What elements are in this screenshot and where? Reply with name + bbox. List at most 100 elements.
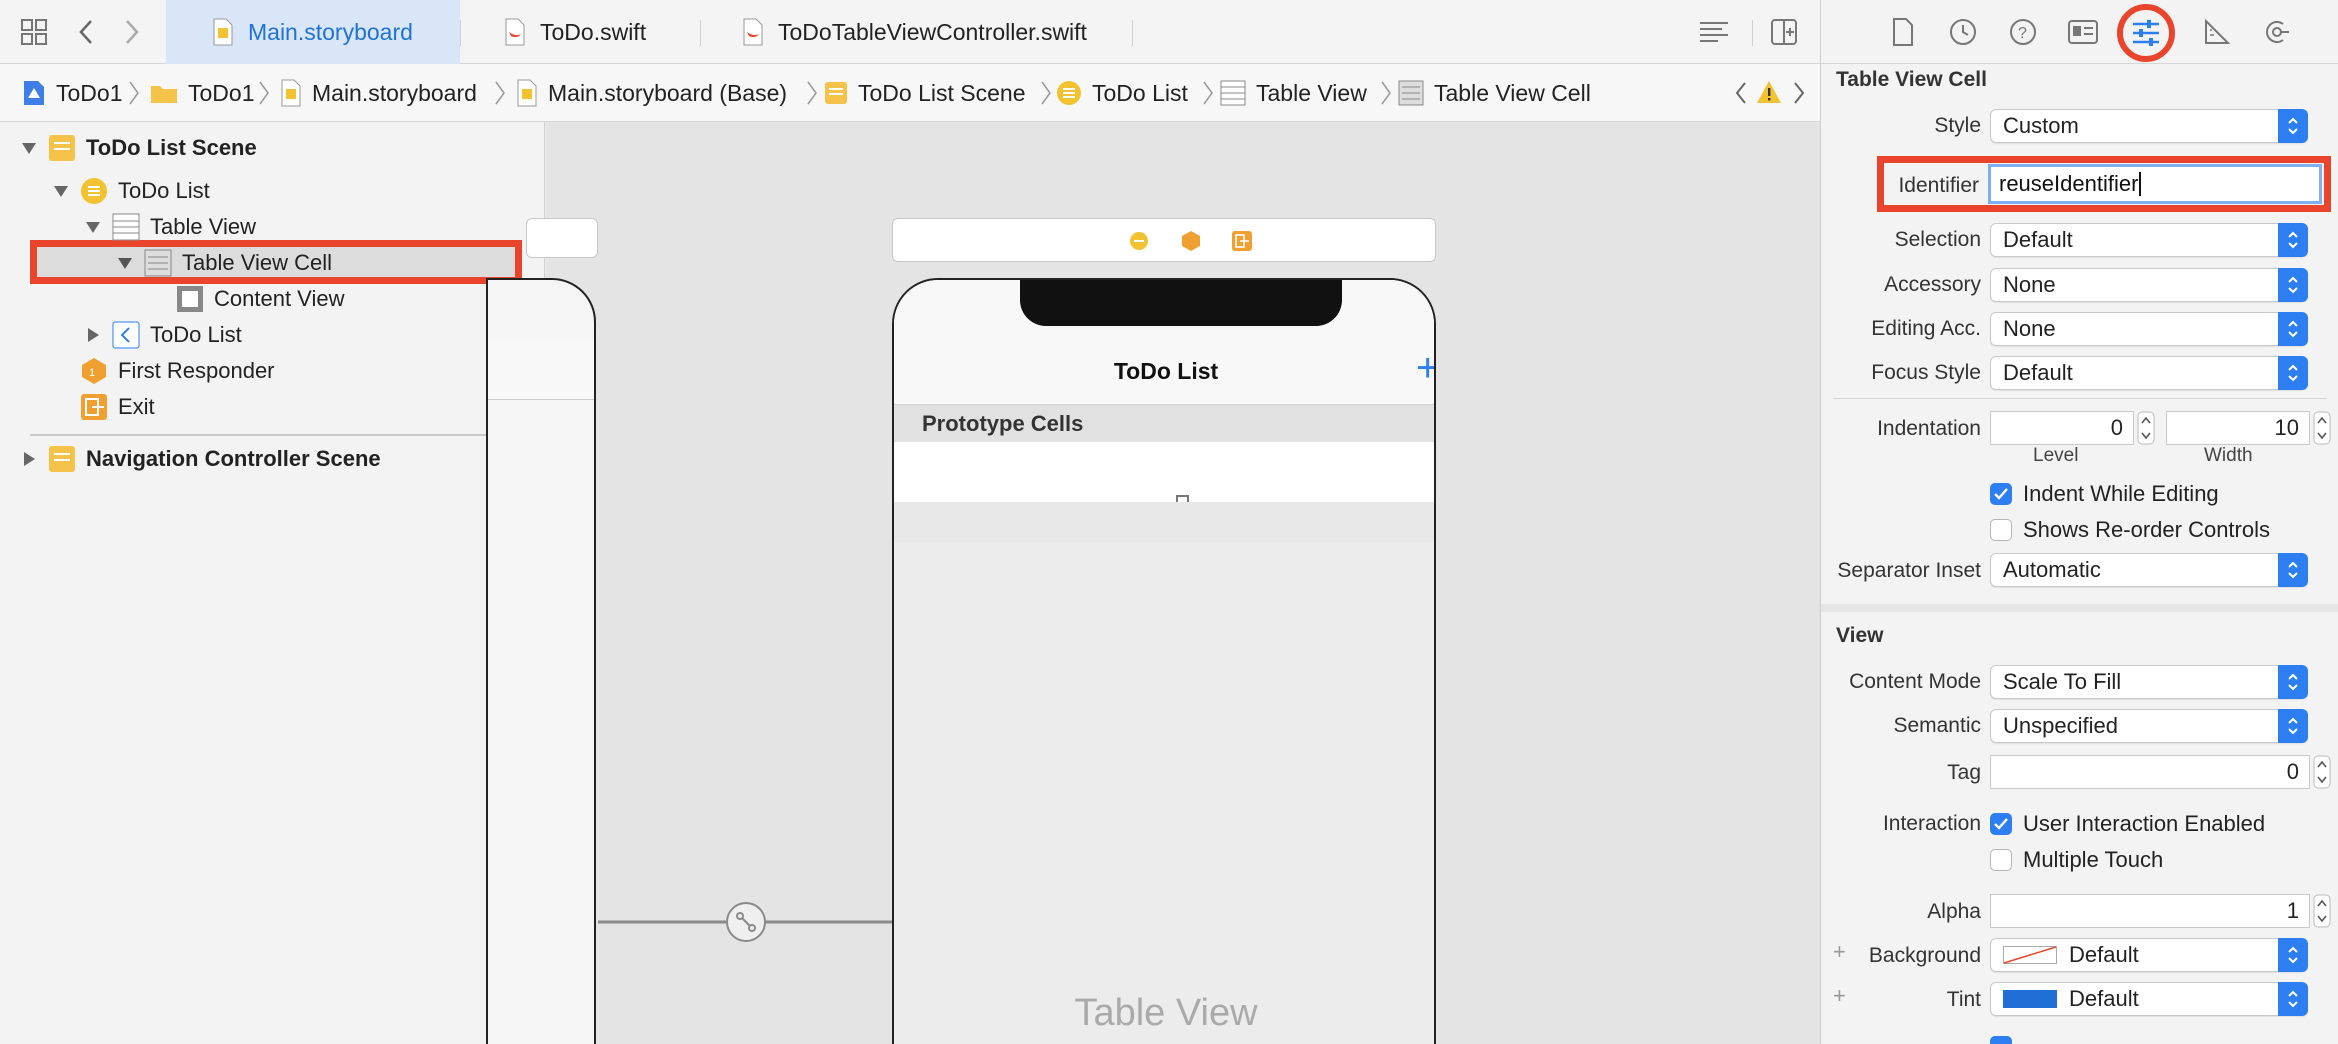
disclosure-open-icon[interactable] xyxy=(50,184,72,198)
tab-main-storyboard[interactable]: Main.storyboard xyxy=(166,0,460,64)
outline-item-table-view[interactable]: Table View xyxy=(82,210,256,244)
content-mode-popup[interactable]: Scale To Fill xyxy=(1990,665,2308,699)
breadcrumb-storyboard[interactable]: Main.storyboard xyxy=(280,64,477,122)
breadcrumb-table-view-cell[interactable]: Table View Cell xyxy=(1398,64,1591,122)
tag-field[interactable]: 0 xyxy=(1990,755,2310,789)
user-interaction-enabled-checkbox[interactable] xyxy=(1990,813,2012,835)
disclosure-open-icon[interactable] xyxy=(18,141,40,155)
outline-item-navigation-controller-scene[interactable]: Navigation Controller Scene xyxy=(18,442,381,476)
indentation-level-stepper[interactable] xyxy=(2137,411,2155,445)
background-popup[interactable]: Default xyxy=(1990,938,2308,972)
alpha-stepper[interactable] xyxy=(2313,894,2331,928)
tag-stepper[interactable] xyxy=(2313,755,2331,789)
first-responder-icon: 1 xyxy=(80,357,108,385)
outline-item-exit[interactable]: Exit xyxy=(80,390,155,424)
indent-while-editing-checkbox[interactable] xyxy=(1990,483,2012,505)
disclosure-closed-icon[interactable] xyxy=(82,327,104,343)
attributes-inspector: ? Table View Cell Style Custom Identifie… xyxy=(1820,0,2338,1044)
outline-item-table-view-cell[interactable]: Table View Cell xyxy=(114,246,332,280)
storyboard-canvas[interactable]: ToDo List + Prototype Cells Table View xyxy=(486,122,1820,1044)
table-view-icon xyxy=(1220,80,1246,106)
popup-chevrons-icon xyxy=(2278,223,2308,257)
scene-icon xyxy=(824,81,848,105)
indentation-width-stepper[interactable] xyxy=(2313,411,2331,445)
view-controller-dock-icon[interactable] xyxy=(1129,231,1149,251)
accessory-popup[interactable]: None xyxy=(1990,268,2308,302)
chevron-right-icon xyxy=(1380,80,1392,106)
identifier-field[interactable]: reuseIdentifier xyxy=(1988,164,2322,204)
alpha-label: Alpha xyxy=(1927,900,1981,923)
nav-controller-device-frame[interactable] xyxy=(486,278,596,1044)
first-responder-dock-icon[interactable] xyxy=(1180,230,1202,252)
breadcrumb-table-view[interactable]: Table View xyxy=(1220,64,1367,122)
tab-todo-swift[interactable]: ToDo.swift xyxy=(504,0,646,64)
scene-icon xyxy=(48,445,76,473)
table-controller-icon xyxy=(1056,80,1082,106)
breadcrumb-label: Table View Cell xyxy=(1434,79,1591,106)
todo-list-device-frame[interactable]: ToDo List + Prototype Cells Table View xyxy=(892,278,1436,1044)
disclosure-open-icon[interactable] xyxy=(114,256,136,270)
identity-inspector-icon[interactable] xyxy=(2065,14,2101,50)
previous-issue-icon[interactable] xyxy=(1734,80,1748,106)
focus-style-value: Default xyxy=(2003,360,2073,385)
table-view-cell-icon xyxy=(1398,80,1424,106)
history-inspector-icon[interactable] xyxy=(1945,14,1981,50)
disclosure-open-icon[interactable] xyxy=(82,220,104,234)
outline-item-todo-list-scene[interactable]: ToDo List Scene xyxy=(18,131,257,165)
outline-label: ToDo List xyxy=(118,178,210,203)
breadcrumb-storyboard-base[interactable]: Main.storyboard (Base) xyxy=(516,64,787,122)
outline-item-todo-list[interactable]: ToDo List xyxy=(50,174,210,208)
swift-file-icon xyxy=(504,18,526,46)
outline-label: Content View xyxy=(214,286,345,311)
tint-popup[interactable]: Default xyxy=(1990,982,2308,1016)
breadcrumb-scene[interactable]: ToDo List Scene xyxy=(824,64,1025,122)
document-outline: ToDo List Scene ToDo List Table View Tab… xyxy=(0,122,545,1044)
exit-dock-icon[interactable] xyxy=(1231,230,1253,252)
indentation-level-field[interactable]: 0 xyxy=(1990,411,2134,445)
focus-style-popup[interactable]: Default xyxy=(1990,356,2308,390)
todo-list-scene-dock[interactable] xyxy=(892,218,1436,262)
indentation-width-field[interactable]: 10 xyxy=(2166,411,2310,445)
forward-arrow-icon[interactable] xyxy=(114,14,150,50)
table-footer-space xyxy=(894,502,1434,542)
breadcrumb-folder[interactable]: ToDo1 xyxy=(150,64,254,122)
user-interaction-enabled-label: User Interaction Enabled xyxy=(2023,811,2266,836)
warning-icon[interactable] xyxy=(1756,80,1782,104)
partially-visible-checkbox[interactable] xyxy=(1990,1036,2012,1044)
alpha-field[interactable]: 1 xyxy=(1990,894,2310,928)
outline-item-content-view[interactable]: Content View xyxy=(176,282,344,316)
style-popup[interactable]: Custom xyxy=(1990,109,2308,143)
svg-text:?: ? xyxy=(2018,25,2027,42)
breadcrumb-controller[interactable]: ToDo List xyxy=(1056,64,1188,122)
related-items-grid-icon[interactable] xyxy=(16,14,52,50)
relationship-segue[interactable] xyxy=(598,902,938,942)
breadcrumb-project[interactable]: ToDo1 xyxy=(22,64,122,122)
editor-options-icon[interactable] xyxy=(1696,14,1732,50)
background-label: Background xyxy=(1868,944,1981,967)
popup-chevrons-icon xyxy=(2278,109,2308,143)
outline-item-first-responder[interactable]: 1 First Responder xyxy=(80,354,275,388)
separator-inset-popup[interactable]: Automatic xyxy=(1990,553,2308,587)
editing-accessory-popup[interactable]: None xyxy=(1990,312,2308,346)
connections-inspector-icon[interactable] xyxy=(2259,14,2295,50)
file-inspector-icon[interactable] xyxy=(1885,14,1921,50)
next-issue-icon[interactable] xyxy=(1792,80,1806,106)
add-editor-icon[interactable] xyxy=(1766,14,1802,50)
prototype-cell[interactable] xyxy=(894,442,1434,508)
tab-todo-table-view-controller[interactable]: ToDoTableViewController.swift xyxy=(742,0,1087,64)
semantic-popup[interactable]: Unspecified xyxy=(1990,709,2308,743)
multiple-touch-checkbox[interactable] xyxy=(1990,849,2012,871)
attributes-inspector-icon[interactable] xyxy=(2117,4,2175,62)
shows-reorder-checkbox[interactable] xyxy=(1990,519,2012,541)
back-arrow-icon[interactable] xyxy=(68,14,104,50)
add-bar-button[interactable]: + xyxy=(1416,344,1434,392)
popup-chevrons-icon xyxy=(2278,938,2308,972)
disclosure-closed-icon[interactable] xyxy=(18,451,40,467)
quick-help-icon[interactable]: ? xyxy=(2005,14,2041,50)
selection-popup[interactable]: Default xyxy=(1990,223,2308,257)
nav-controller-scene-dock[interactable] xyxy=(526,218,598,258)
size-inspector-icon[interactable] xyxy=(2199,14,2235,50)
background-value: Default xyxy=(2069,942,2139,967)
tab-label: ToDo.swift xyxy=(540,18,647,45)
outline-item-todo-list-navigation[interactable]: ToDo List xyxy=(82,318,242,352)
